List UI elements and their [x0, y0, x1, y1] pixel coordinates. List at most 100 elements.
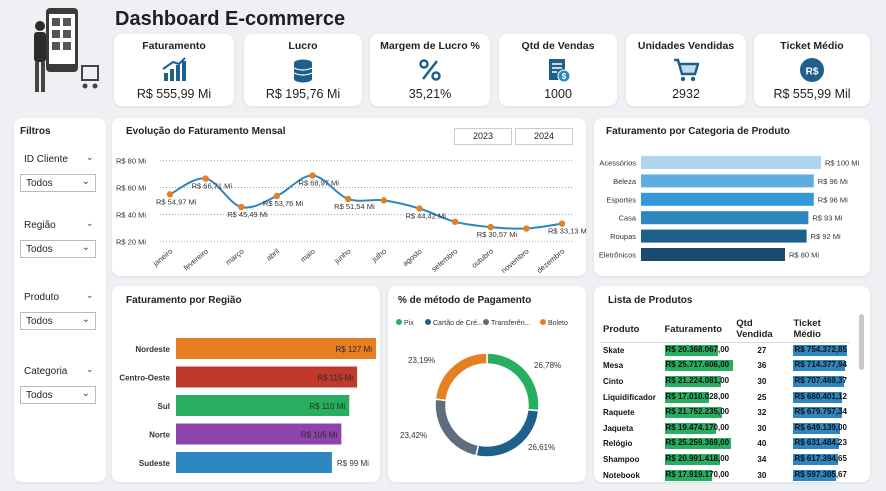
kpi-card-4: Unidades Vendidas 2932: [626, 34, 746, 106]
revenue-value: R$ 20.368.067,00: [665, 345, 730, 355]
region-label: Sudeste: [139, 459, 171, 468]
bar[interactable]: [641, 211, 809, 225]
data-label: R$ 80 Mi: [789, 251, 819, 260]
donut-slice[interactable]: [434, 352, 488, 402]
ticket-value: R$ 680.401,12: [794, 391, 847, 401]
kpi-value: 2932: [672, 87, 700, 101]
table-row[interactable]: Relógio R$ 25.259.369,00 40 R$ 631.484,23: [600, 436, 850, 452]
bar[interactable]: [641, 174, 814, 188]
legend-label[interactable]: Transferên...: [491, 320, 530, 327]
legend-label[interactable]: Pix: [404, 320, 414, 327]
data-label: R$ 51,54 Mi: [334, 202, 375, 211]
shopping-cart-icon: [674, 58, 699, 81]
y-tick-label: R$ 80 Mi: [116, 157, 146, 166]
table-row[interactable]: Notebook R$ 17.919.170,00 30 R$ 597.305,67: [600, 467, 850, 482]
product-name: Shampoo: [603, 454, 640, 464]
table-row[interactable]: Raquete R$ 21.752.235,00 32 R$ 679.757,34: [600, 405, 850, 421]
data-label: R$ 54,97 Mi: [156, 197, 197, 206]
filter-label: Produto: [24, 292, 60, 303]
data-label: R$ 45,49 Mi: [227, 210, 268, 219]
product-name: Notebook: [603, 470, 640, 480]
table-row[interactable]: Liquidificador R$ 17.010.028,00 25 R$ 680.4…: [600, 389, 850, 405]
table-row[interactable]: Shampoo R$ 20.991.418,00 34 R$ 617.394,65: [600, 452, 850, 468]
table-row[interactable]: Jaqueta R$ 19.474.170,00 30 R$ 649.139,00: [600, 420, 850, 436]
data-label: 23,19%: [408, 356, 435, 365]
x-tick-label: setembro: [430, 247, 460, 274]
data-label: R$ 66,71 Mi: [192, 182, 233, 191]
kpi-card-2: Margem de Lucro % 35,21%: [370, 34, 490, 106]
chevron-down-icon[interactable]: ⌄: [86, 364, 94, 375]
ticket-value: R$ 707.469,37: [794, 375, 847, 385]
kpi-card-5: Ticket Médio R$ R$ 555,99 Mil: [754, 34, 870, 106]
column-header[interactable]: Ticket Médio: [790, 316, 850, 343]
data-label: R$ 93 Mi: [812, 214, 842, 223]
column-header[interactable]: Produto: [600, 316, 662, 343]
legend-label[interactable]: Boleto: [548, 320, 568, 327]
table-scrollbar[interactable]: [859, 314, 864, 370]
ticket-value: R$ 631.484,23: [794, 438, 847, 448]
legend-label[interactable]: Cartão de Cré...: [433, 320, 483, 327]
quantity-value: 32: [757, 408, 767, 418]
data-label: R$ 92 Mi: [811, 232, 841, 241]
kpi-card-0: Faturamento R$ 555,99 Mi: [114, 34, 234, 106]
column-header[interactable]: Qtd Vendida: [733, 316, 791, 343]
ticket-value: R$ 597.305,67: [794, 469, 847, 479]
product-list-title: Lista de Produtos: [608, 295, 693, 306]
data-label: R$ 99 Mi: [337, 459, 369, 468]
coins-stack-icon: [293, 59, 313, 82]
data-label: 23,42%: [400, 431, 427, 440]
bar[interactable]: [641, 248, 785, 261]
chevron-down-icon[interactable]: ⌄: [86, 290, 94, 301]
revenue-value: R$ 17.010.028,00: [665, 391, 730, 401]
page-title: Dashboard E-commerce: [115, 8, 346, 30]
quantity-value: 30: [757, 376, 767, 386]
svg-text:$: $: [562, 72, 567, 81]
kpi-title: Faturamento: [142, 40, 206, 52]
kpi-card-3: Qtd de Vendas $1000: [499, 34, 617, 106]
chevron-down-icon: ⌄: [81, 176, 90, 187]
filters-panel: Filtros ID Cliente ⌄ Todos ⌄ Região ⌄ Todos ⌄ Pr…: [14, 118, 106, 482]
table-row[interactable]: Mesa R$ 25.717.606,00 36 R$ 714.377,94: [600, 358, 850, 374]
chevron-down-icon[interactable]: ⌄: [86, 218, 94, 229]
filter-dropdown[interactable]: Todos ⌄: [20, 174, 96, 192]
bar[interactable]: [176, 452, 332, 473]
chevron-down-icon[interactable]: ⌄: [86, 152, 94, 163]
product-name: Raquete: [603, 408, 635, 418]
quantity-value: 40: [757, 439, 767, 449]
filter-value: Todos: [26, 316, 53, 327]
x-tick-label: janeiro: [150, 247, 174, 269]
bar[interactable]: [641, 156, 821, 169]
data-point[interactable]: [523, 225, 530, 232]
chevron-down-icon: ⌄: [81, 242, 90, 253]
kpi-title: Unidades Vendidas: [637, 40, 735, 52]
table-row[interactable]: Cinto R$ 21.224.081,00 30 R$ 707.469,37: [600, 374, 850, 390]
filter-label: ID Cliente: [24, 154, 68, 165]
x-tick-label: março: [224, 247, 246, 267]
donut-slice[interactable]: [434, 398, 480, 457]
filter-dropdown[interactable]: Todos ⌄: [20, 240, 96, 258]
region-bar-chart: Nordeste R$ 127 Mi Centro-Oeste R$ 115 Mi Su…: [119, 338, 376, 473]
kpi-title: Margem de Lucro %: [380, 40, 480, 52]
x-tick-label: novembro: [499, 247, 530, 275]
legend-marker: [396, 319, 402, 325]
filter-dropdown[interactable]: Todos ⌄: [20, 312, 96, 330]
data-point[interactable]: [380, 197, 388, 204]
column-header[interactable]: Faturamento: [661, 316, 734, 343]
data-label: R$ 115 Mi: [317, 374, 353, 383]
donut-slice[interactable]: [486, 352, 540, 412]
kpi-value: 1000: [544, 87, 572, 101]
filter-value: Todos: [26, 244, 53, 255]
y-tick-label: R$ 40 Mi: [116, 210, 146, 219]
bar[interactable]: [641, 192, 814, 206]
data-point[interactable]: [451, 218, 459, 226]
data-label: 26,61%: [528, 443, 555, 452]
product-name: Liquidificador: [603, 392, 656, 402]
table-row[interactable]: Skate R$ 20.368.067,00 27 R$ 754.372,85: [600, 343, 850, 359]
x-tick-label: dezembro: [535, 247, 566, 275]
x-tick-label: fevereiro: [182, 247, 210, 273]
revenue-value: R$ 21.224.081,00: [665, 375, 730, 385]
filter-dropdown[interactable]: Todos ⌄: [20, 386, 96, 404]
bar[interactable]: [641, 229, 807, 243]
header-illustration: [28, 6, 106, 102]
data-label: R$ 96 Mi: [818, 195, 848, 204]
